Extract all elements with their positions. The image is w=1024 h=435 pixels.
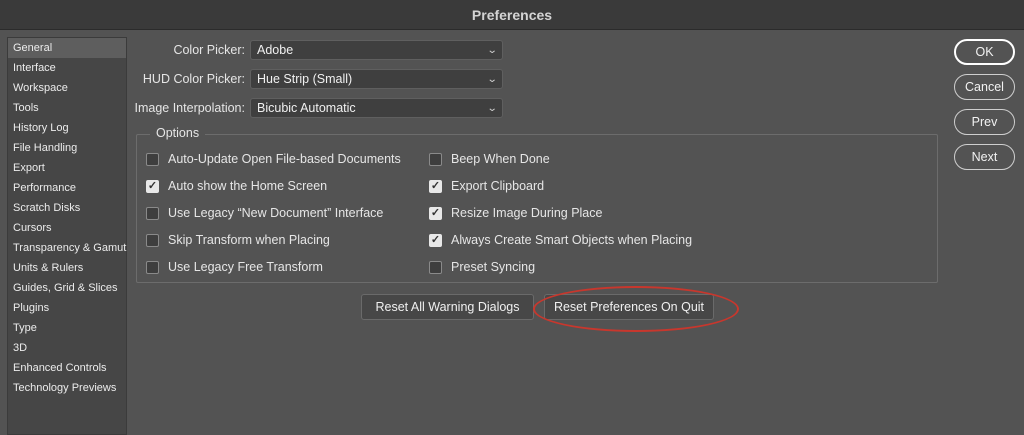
checkmark-icon: ✓ <box>147 179 158 192</box>
option-label: Preset Syncing <box>451 260 536 274</box>
sidebar-item-enhanced-controls[interactable]: Enhanced Controls <box>8 358 126 378</box>
sidebar-item-plugins[interactable]: Plugins <box>8 298 126 318</box>
next-button[interactable]: Next <box>954 144 1015 170</box>
option-use-legacy-free-transform[interactable]: Use Legacy Free Transform <box>146 259 323 275</box>
checkbox[interactable] <box>146 152 159 166</box>
option-label: Use Legacy Free Transform <box>168 260 323 274</box>
sidebar-item-transparency-gamut[interactable]: Transparency & Gamut <box>8 238 126 258</box>
checkbox[interactable] <box>429 152 442 166</box>
title-bar: Preferences <box>0 0 1024 30</box>
image-interpolation-value: Bicubic Automatic <box>257 101 356 115</box>
preferences-sidebar: General Interface Workspace Tools Histor… <box>7 37 127 435</box>
reset-preferences-on-quit-button[interactable]: Reset Preferences On Quit <box>544 294 714 320</box>
checkmark-icon: ✓ <box>430 179 441 192</box>
cancel-button[interactable]: Cancel <box>954 74 1015 100</box>
checkbox[interactable] <box>146 206 159 220</box>
sidebar-item-file-handling[interactable]: File Handling <box>8 138 126 158</box>
color-picker-label: Color Picker: <box>173 43 245 57</box>
sidebar-item-general[interactable]: General <box>8 38 126 58</box>
hud-color-picker-select[interactable]: Hue Strip (Small) ⌄ <box>250 69 503 89</box>
checkbox[interactable]: ✓ <box>146 179 159 193</box>
checkbox[interactable]: ✓ <box>429 179 442 193</box>
options-legend: Options <box>150 126 206 140</box>
window-title: Preferences <box>471 6 553 23</box>
option-label: Auto-Update Open File-based Documents <box>168 152 401 166</box>
checkbox[interactable] <box>146 260 159 274</box>
reset-warning-dialogs-button[interactable]: Reset All Warning Dialogs <box>361 294 534 320</box>
option-label: Resize Image During Place <box>451 206 603 220</box>
chevron-down-icon: ⌄ <box>486 102 498 114</box>
option-export-clipboard[interactable]: ✓ Export Clipboard <box>429 178 544 194</box>
checkbox[interactable] <box>146 233 159 247</box>
image-interpolation-select[interactable]: Bicubic Automatic ⌄ <box>250 98 503 118</box>
sidebar-item-type[interactable]: Type <box>8 318 126 338</box>
option-label: Beep When Done <box>451 152 550 166</box>
hud-color-picker-value: Hue Strip (Small) <box>257 72 353 86</box>
image-interpolation-label: Image Interpolation: <box>134 101 246 115</box>
option-resize-image-during-place[interactable]: ✓ Resize Image During Place <box>429 205 602 221</box>
sidebar-item-interface[interactable]: Interface <box>8 58 126 78</box>
sidebar-item-history-log[interactable]: History Log <box>8 118 126 138</box>
color-picker-row: Color Picker: Adobe ⌄ <box>128 40 503 60</box>
sidebar-item-technology-previews[interactable]: Technology Previews <box>8 378 126 398</box>
color-picker-value: Adobe <box>257 43 294 57</box>
option-preset-syncing[interactable]: Preset Syncing <box>429 259 535 275</box>
image-interpolation-row: Image Interpolation: Bicubic Automatic ⌄ <box>128 98 503 118</box>
option-auto-show-home-screen[interactable]: ✓ Auto show the Home Screen <box>146 178 327 194</box>
sidebar-item-units-rulers[interactable]: Units & Rulers <box>8 258 126 278</box>
sidebar-item-performance[interactable]: Performance <box>8 178 126 198</box>
hud-color-picker-label: HUD Color Picker: <box>142 72 245 86</box>
checkbox[interactable]: ✓ <box>429 206 442 220</box>
option-label: Export Clipboard <box>451 179 545 193</box>
option-use-legacy-new-document[interactable]: Use Legacy “New Document” Interface <box>146 205 383 221</box>
sidebar-item-workspace[interactable]: Workspace <box>8 78 126 98</box>
checkmark-icon: ✓ <box>430 206 441 219</box>
option-always-create-smart-objects[interactable]: ✓ Always Create Smart Objects when Placi… <box>429 232 692 248</box>
sidebar-item-cursors[interactable]: Cursors <box>8 218 126 238</box>
hud-color-picker-row: HUD Color Picker: Hue Strip (Small) ⌄ <box>128 69 503 89</box>
ok-button[interactable]: OK <box>954 39 1015 65</box>
color-picker-select[interactable]: Adobe ⌄ <box>250 40 503 60</box>
chevron-down-icon: ⌄ <box>486 44 498 56</box>
prev-button[interactable]: Prev <box>954 109 1015 135</box>
sidebar-item-3d[interactable]: 3D <box>8 338 126 358</box>
sidebar-item-scratch-disks[interactable]: Scratch Disks <box>8 198 126 218</box>
checkbox[interactable] <box>429 260 442 274</box>
option-skip-transform-placing[interactable]: Skip Transform when Placing <box>146 232 330 248</box>
option-label: Use Legacy “New Document” Interface <box>168 206 384 220</box>
option-beep-when-done[interactable]: Beep When Done <box>429 151 550 167</box>
checkmark-icon: ✓ <box>430 233 441 246</box>
sidebar-item-guides-grid-slices[interactable]: Guides, Grid & Slices <box>8 278 126 298</box>
sidebar-item-export[interactable]: Export <box>8 158 126 178</box>
sidebar-item-tools[interactable]: Tools <box>8 98 126 118</box>
option-label: Auto show the Home Screen <box>168 179 328 193</box>
option-label: Skip Transform when Placing <box>168 233 330 247</box>
option-auto-update-open-documents[interactable]: Auto-Update Open File-based Documents <box>146 151 401 167</box>
checkbox[interactable]: ✓ <box>429 233 442 247</box>
option-label: Always Create Smart Objects when Placing <box>451 233 693 247</box>
chevron-down-icon: ⌄ <box>486 73 498 85</box>
